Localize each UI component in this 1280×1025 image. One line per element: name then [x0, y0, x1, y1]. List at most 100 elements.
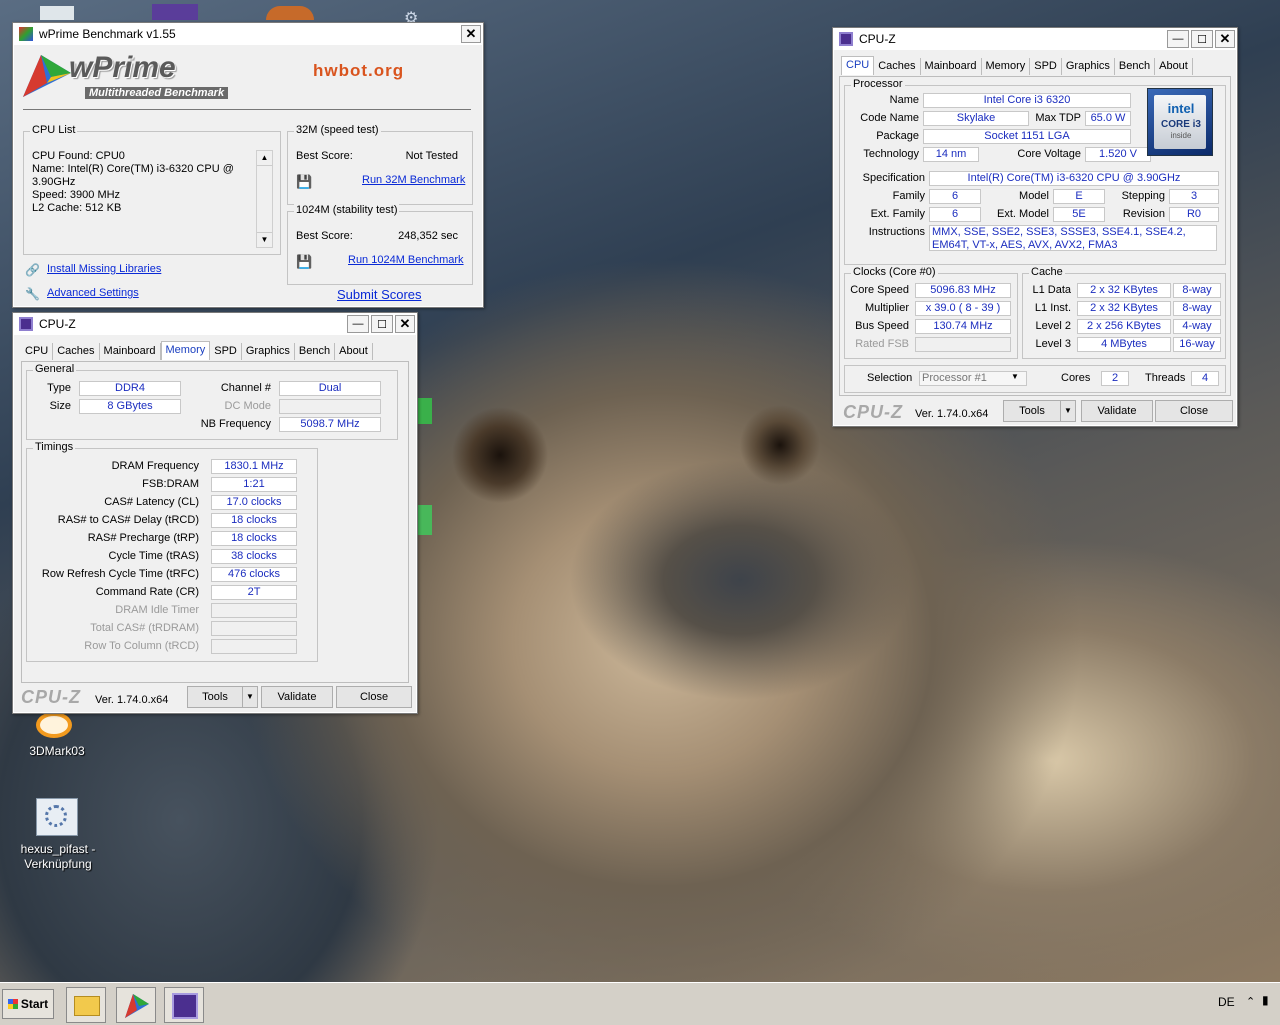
- tab-graphics[interactable]: Graphics: [242, 343, 295, 360]
- scrollbar[interactable]: ▲ ▼: [256, 150, 273, 248]
- run-1024m-link[interactable]: Run 1024M Benchmark: [348, 254, 464, 266]
- threads-value: 4: [1191, 371, 1219, 386]
- timings-group: Timings DRAM Frequency 1830.1 MHz FSB:DR…: [26, 441, 318, 662]
- cores-value: 2: [1101, 371, 1129, 386]
- stepping-value: 3: [1169, 189, 1219, 204]
- taskbar: Start DE ⌃ ▮: [0, 982, 1280, 1025]
- tab-memory[interactable]: Memory: [982, 58, 1031, 75]
- floppy-disk-icon[interactable]: 💾: [296, 254, 312, 270]
- cpuz-memory-titlebar[interactable]: CPU-Z — ☐ ✕: [13, 313, 417, 335]
- desktop-icon-partial[interactable]: [266, 6, 314, 20]
- wrench-icon[interactable]: 🔧: [25, 287, 40, 301]
- validate-button[interactable]: Validate: [261, 686, 333, 708]
- wprime-taskbar-button[interactable]: [116, 987, 156, 1023]
- chevron-down-icon[interactable]: ▼: [1060, 400, 1076, 422]
- tab-caches[interactable]: Caches: [874, 58, 921, 75]
- cpu-list-text: CPU Found: CPU0 Name: Intel(R) Core(TM) …: [32, 150, 252, 215]
- cpuz-taskbar-button[interactable]: [164, 987, 204, 1023]
- bus-speed-label: Bus Speed: [855, 320, 909, 332]
- tab-bench[interactable]: Bench: [1115, 58, 1156, 75]
- processor-legend: Processor: [851, 78, 905, 90]
- tab-caches[interactable]: Caches: [53, 343, 100, 360]
- stability-test-legend: 1024M (stability test): [294, 204, 400, 216]
- tab-about[interactable]: About: [335, 343, 373, 360]
- tab-spd[interactable]: SPD: [1030, 58, 1062, 75]
- tab-mainboard[interactable]: Mainboard: [921, 58, 982, 75]
- wprime-titlebar[interactable]: wPrime Benchmark v1.55 ✕: [13, 23, 483, 45]
- gear-icon[interactable]: ⚙: [404, 8, 428, 27]
- tab-spd[interactable]: SPD: [210, 343, 242, 360]
- validate-button[interactable]: Validate: [1081, 400, 1153, 422]
- window-title: wPrime Benchmark v1.55: [39, 27, 176, 41]
- tools-button[interactable]: Tools: [1003, 400, 1061, 422]
- chevron-down-icon[interactable]: ▼: [242, 686, 258, 708]
- tab-bench[interactable]: Bench: [295, 343, 336, 360]
- trcd-value: 18 clocks: [211, 513, 297, 528]
- scroll-down-icon[interactable]: ▼: [257, 232, 272, 247]
- tab-panel: Processor Name Intel Core i3 6320 Code N…: [839, 76, 1231, 396]
- l1-inst-size: 2 x 32 KBytes: [1077, 301, 1171, 316]
- wprime-app-icon: [19, 27, 33, 41]
- run-32m-link[interactable]: Run 32M Benchmark: [362, 174, 465, 186]
- wprime-logo-icon: [21, 53, 73, 99]
- technology-value: 14 nm: [923, 147, 979, 162]
- cpuz-cpu-titlebar[interactable]: CPU-Z — ☐ ✕: [833, 28, 1237, 50]
- window-title: CPU-Z: [859, 32, 896, 46]
- cpu-z-desktop-icon[interactable]: [152, 4, 198, 20]
- close-button[interactable]: Close: [336, 686, 412, 708]
- chevron-down-icon[interactable]: ▼: [1011, 372, 1019, 381]
- partial-app-icon[interactable]: [418, 398, 432, 424]
- language-indicator[interactable]: DE: [1218, 995, 1235, 1009]
- network-icon[interactable]: ▮: [1262, 993, 1269, 1007]
- maximize-icon[interactable]: ☐: [1191, 30, 1213, 48]
- desktop-icon-partial[interactable]: [40, 6, 74, 20]
- minimize-icon[interactable]: —: [1167, 30, 1189, 48]
- core-speed-value: 5096.83 MHz: [915, 283, 1011, 298]
- library-icon[interactable]: 🔗: [25, 263, 40, 277]
- instructions-value: MMX, SSE, SSE2, SSE3, SSSE3, SSE4.1, SSE…: [929, 225, 1217, 251]
- intel-badge-inside: inside: [1170, 131, 1192, 140]
- cpuz-memory-window: CPU-Z — ☐ ✕ CPU Caches Mainboard Memory …: [12, 312, 418, 714]
- hexus-pifast-icon[interactable]: [36, 798, 78, 836]
- dc-mode-value: [279, 399, 381, 414]
- ext-family-value: 6: [929, 207, 981, 222]
- tab-cpu[interactable]: CPU: [21, 343, 54, 360]
- timing-label: DRAM Frequency: [111, 460, 199, 472]
- tab-cpu[interactable]: CPU: [841, 56, 875, 75]
- close-icon[interactable]: ✕: [461, 25, 481, 43]
- 3dmark03-icon[interactable]: [36, 712, 76, 742]
- ext-model-value: 5E: [1053, 207, 1105, 222]
- close-icon[interactable]: ✕: [1215, 30, 1235, 48]
- tab-graphics[interactable]: Graphics: [1062, 58, 1115, 75]
- install-libraries-link[interactable]: Install Missing Libraries: [47, 263, 161, 275]
- partial-app-icon[interactable]: [418, 505, 432, 535]
- timing-label: Command Rate (CR): [95, 586, 199, 598]
- memory-type-value: DDR4: [79, 381, 181, 396]
- close-button[interactable]: Close: [1155, 400, 1233, 422]
- cache-label: L1 Inst.: [1034, 302, 1071, 314]
- dc-mode-label: DC Mode: [224, 400, 271, 412]
- tab-memory[interactable]: Memory: [160, 341, 211, 360]
- desktop-icon-label[interactable]: hexus_pifast - Verknüpfung: [12, 842, 104, 872]
- file-explorer-taskbar-button[interactable]: [66, 987, 106, 1023]
- minimize-icon[interactable]: —: [347, 315, 369, 333]
- hwbot-logo: hwbot.org: [313, 61, 405, 80]
- tab-mainboard[interactable]: Mainboard: [100, 343, 161, 360]
- submit-scores-link[interactable]: Submit Scores: [337, 287, 422, 302]
- desktop-icon-label[interactable]: 3DMark03: [12, 744, 102, 758]
- clocks-legend: Clocks (Core #0): [851, 266, 938, 278]
- chevron-up-icon[interactable]: ⌃: [1246, 995, 1255, 1008]
- close-icon[interactable]: ✕: [395, 315, 415, 333]
- scroll-up-icon[interactable]: ▲: [257, 151, 272, 166]
- tab-about[interactable]: About: [1155, 58, 1193, 75]
- cpu-list-legend: CPU List: [30, 124, 78, 136]
- specification-label: Specification: [862, 172, 925, 184]
- tools-button[interactable]: Tools: [187, 686, 243, 708]
- maximize-icon[interactable]: ☐: [371, 315, 393, 333]
- nb-frequency-value: 5098.7 MHz: [279, 417, 381, 432]
- speed-test-legend: 32M (speed test): [294, 124, 381, 136]
- start-button[interactable]: Start: [2, 989, 54, 1019]
- advanced-settings-link[interactable]: Advanced Settings: [47, 287, 139, 299]
- level3-way: 16-way: [1173, 337, 1221, 352]
- floppy-disk-icon[interactable]: 💾: [296, 174, 312, 190]
